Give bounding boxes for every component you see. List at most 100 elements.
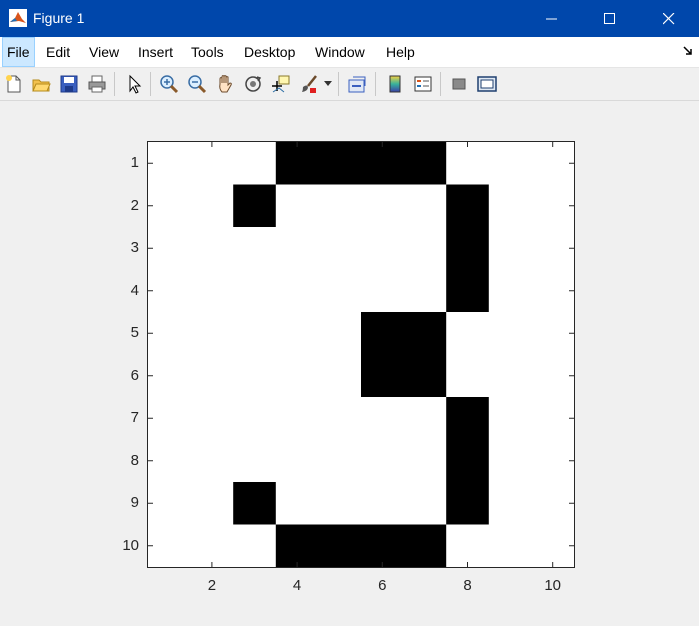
- image-cell: [148, 227, 191, 270]
- insert-legend-button[interactable]: [410, 71, 436, 97]
- menu-bar: File Edit View Insert Tools Desktop Wind…: [0, 37, 699, 68]
- colorbar-icon: [389, 75, 401, 93]
- zoom-out-button[interactable]: [184, 71, 210, 97]
- image-cell: [318, 142, 362, 185]
- image-cell: [275, 184, 319, 228]
- image-cell: [488, 482, 532, 525]
- y-tick-label: 10: [122, 536, 139, 554]
- hide-plot-tools-button[interactable]: [446, 71, 472, 97]
- image-cell: [403, 312, 447, 355]
- menu-tools[interactable]: Tools: [187, 37, 228, 67]
- image-cell: [233, 397, 277, 440]
- image-cell: [148, 312, 191, 355]
- menu-desktop[interactable]: Desktop: [240, 37, 299, 67]
- pan-button[interactable]: [212, 71, 238, 97]
- x-tick-label: 4: [292, 577, 302, 594]
- pan-hand-icon: [219, 75, 232, 93]
- image-cell: [275, 312, 319, 355]
- image-cell: [318, 524, 362, 567]
- image-cell: [361, 227, 404, 270]
- image-cell: [233, 482, 277, 525]
- image-cell: [531, 354, 574, 398]
- x-tick-label: 2: [207, 577, 217, 594]
- show-plot-tools-icon: [477, 76, 497, 92]
- menu-view[interactable]: View: [85, 37, 123, 67]
- y-tick-label: 2: [130, 196, 139, 214]
- dock-arrow-icon[interactable]: [683, 46, 693, 56]
- image-cell: [361, 482, 404, 525]
- image-cell: [190, 184, 234, 228]
- image-cell: [190, 142, 234, 185]
- image-cell: [275, 439, 319, 483]
- image-cell: [190, 482, 234, 525]
- new-figure-button[interactable]: [1, 71, 27, 97]
- image-cell: [361, 439, 404, 483]
- image-cell: [233, 312, 277, 355]
- image-cell: [148, 439, 191, 483]
- menu-help[interactable]: Help: [382, 37, 419, 67]
- y-tick-label: 9: [130, 494, 139, 512]
- legend-icon: [414, 76, 432, 92]
- zoom-in-button[interactable]: [156, 71, 182, 97]
- image-cell: [361, 142, 404, 185]
- close-button[interactable]: [640, 0, 698, 37]
- image-cell: [318, 397, 362, 440]
- image-cell: [361, 184, 404, 228]
- open-file-button[interactable]: [28, 71, 54, 97]
- minimize-icon: [546, 18, 557, 19]
- image-axes[interactable]: [147, 141, 575, 568]
- image-cell: [361, 354, 404, 398]
- close-icon: [663, 12, 675, 24]
- image-cell: [190, 524, 234, 567]
- image-cell: [275, 482, 319, 525]
- y-tick-label: 5: [130, 324, 139, 342]
- image-cell: [361, 524, 404, 567]
- image-cell: [318, 269, 362, 313]
- brush-button[interactable]: [296, 71, 322, 97]
- image-cell: [531, 227, 574, 270]
- image-cell: [275, 354, 319, 398]
- image-cell: [446, 397, 490, 440]
- image-cell: [446, 312, 490, 355]
- image-cell: [403, 354, 447, 398]
- rotate-3d-button[interactable]: [240, 71, 266, 97]
- link-plot-button[interactable]: [345, 71, 371, 97]
- maximize-icon: [604, 12, 615, 24]
- image-cell: [488, 354, 532, 398]
- image-cell: [275, 142, 319, 185]
- data-cursor-icon: [272, 75, 290, 93]
- print-button[interactable]: [84, 71, 110, 97]
- image-cell: [446, 354, 490, 398]
- image-cell: [488, 439, 532, 483]
- brush-dropdown-button[interactable]: [322, 71, 334, 97]
- minimize-button[interactable]: [523, 0, 581, 37]
- toolbar-separator: [338, 72, 339, 96]
- insert-colorbar-button[interactable]: [382, 71, 408, 97]
- image-cell: [531, 482, 574, 525]
- save-button[interactable]: [56, 71, 82, 97]
- image-cell: [488, 227, 532, 270]
- data-cursor-button[interactable]: [267, 71, 293, 97]
- select-pointer-button[interactable]: [121, 71, 147, 97]
- menu-file[interactable]: File: [2, 37, 35, 67]
- image-cell: [318, 482, 362, 525]
- brush-icon: [302, 75, 317, 93]
- x-tick-label: 8: [463, 577, 472, 594]
- image-cell: [488, 269, 532, 313]
- image-cell: [403, 524, 447, 567]
- hide-plot-tools-icon: [452, 78, 466, 90]
- zoom-in-icon: [160, 75, 179, 94]
- menu-insert[interactable]: Insert: [134, 37, 177, 67]
- y-tick-label: 6: [130, 366, 139, 384]
- image-cell: [233, 524, 277, 567]
- image-cell: [531, 184, 574, 228]
- image-cell: [446, 184, 490, 228]
- maximize-button[interactable]: [581, 0, 639, 37]
- image-cell: [148, 354, 191, 398]
- toolbar-separator: [440, 72, 441, 96]
- image-cell: [446, 439, 490, 483]
- image-cell: [318, 184, 362, 228]
- menu-edit[interactable]: Edit: [42, 37, 74, 67]
- menu-window[interactable]: Window: [311, 37, 369, 67]
- show-plot-tools-button[interactable]: [474, 71, 500, 97]
